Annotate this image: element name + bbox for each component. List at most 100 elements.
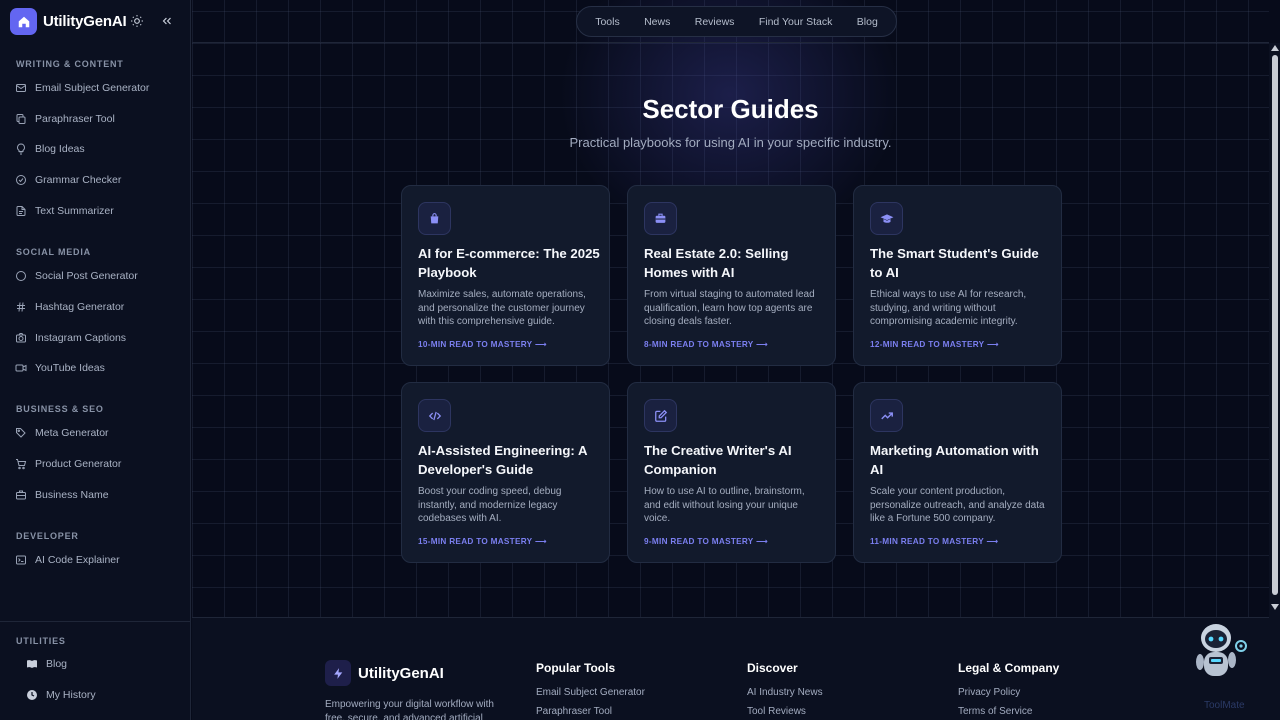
sidebar-item-youtube[interactable]: YouTube Ideas	[15, 359, 105, 377]
card-title: AI for E-commerce: The 2025 Playbook	[418, 246, 600, 280]
guide-card-real-estate[interactable]: Real Estate 2.0: Selling Homes with AI F…	[627, 185, 836, 366]
sidebar-item-hashtag[interactable]: Hashtag Generator	[15, 298, 124, 316]
sidebar-item-business-name[interactable]: Business Name	[15, 486, 109, 504]
card-title: The Smart Student's Guide to AI	[870, 246, 1039, 280]
sidebar-item-label: Business Name	[35, 489, 109, 501]
page-subtitle: Practical playbooks for using AI in your…	[569, 135, 892, 150]
collapse-sidebar-icon[interactable]	[160, 14, 174, 28]
guide-card-student[interactable]: The Smart Student's Guide to AI Ethical …	[853, 185, 1062, 366]
sidebar-item-label: Hashtag Generator	[35, 301, 125, 313]
card-description: Ethical ways to use AI for research, stu…	[870, 289, 1027, 327]
sidebar-item-label: Blog Ideas	[35, 143, 85, 155]
card-read-link[interactable]: 11-MIN READ TO MASTERY ⟶	[870, 536, 998, 546]
card-read-link[interactable]: 12-MIN READ TO MASTERY ⟶	[870, 339, 999, 349]
card-title: Real Estate 2.0: Selling Homes with AI	[644, 246, 789, 280]
sidebar-item-label: Product Generator	[35, 458, 122, 470]
camera-icon	[16, 333, 26, 343]
scroll-up-icon[interactable]	[1271, 45, 1279, 51]
top-nav: Tools News Reviews Find Your Stack Blog	[576, 6, 897, 37]
home-icon[interactable]	[10, 8, 37, 35]
sidebar-item-label: Paraphraser Tool	[35, 113, 115, 125]
sidebar-item-history[interactable]: My History	[26, 686, 96, 704]
card-title: AI-Assisted Engineering: A Developer's G…	[418, 443, 588, 477]
footer-link-paraphraser[interactable]: Paraphraser Tool	[536, 706, 612, 717]
footer-brand[interactable]: UtilityGenAI	[325, 660, 444, 686]
footer-heading-discover: Discover	[747, 661, 798, 675]
page-title: Sector Guides	[642, 94, 819, 124]
sidebar-item-paraphraser[interactable]: Paraphraser Tool	[15, 110, 115, 128]
book-open-icon	[27, 660, 37, 668]
sidebar-item-label: Email Subject Generator	[35, 82, 150, 94]
hash-icon	[17, 302, 25, 312]
guide-card-engineering[interactable]: AI-Assisted Engineering: A Developer's G…	[401, 382, 610, 563]
file-text-icon	[16, 206, 26, 216]
footer-link-email-subject[interactable]: Email Subject Generator	[536, 687, 645, 698]
video-icon	[15, 364, 27, 372]
footer-heading-legal: Legal & Company	[958, 661, 1060, 675]
guide-card-ecommerce[interactable]: AI for E-commerce: The 2025 Playbook Max…	[401, 185, 610, 366]
briefcase-icon	[644, 202, 677, 235]
footer-link-ai-news[interactable]: AI Industry News	[747, 687, 823, 698]
sidebar-item-label: Meta Generator	[35, 427, 109, 439]
card-read-link[interactable]: 9-MIN READ TO MASTERY ⟶	[644, 536, 768, 546]
message-circle-icon	[16, 271, 26, 281]
brand-name: UtilityGenAI	[43, 13, 127, 30]
card-description: Boost your coding speed, debug instantly…	[418, 486, 562, 524]
sidebar-item-meta[interactable]: Meta Generator	[15, 424, 109, 442]
robot-assistant-icon[interactable]	[1190, 616, 1250, 686]
sidebar-item-social-post[interactable]: Social Post Generator	[15, 267, 138, 285]
cart-icon	[16, 459, 27, 470]
sidebar-item-label: My History	[46, 689, 96, 701]
sidebar-item-instagram[interactable]: Instagram Captions	[15, 329, 126, 347]
mail-icon	[16, 84, 26, 92]
trending-up-icon	[870, 399, 903, 432]
guide-card-marketing[interactable]: Marketing Automation with AI Scale your …	[853, 382, 1062, 563]
card-description: From virtual staging to automated lead q…	[644, 289, 815, 327]
sidebar-item-summarizer[interactable]: Text Summarizer	[15, 202, 114, 220]
footer-link-terms[interactable]: Terms of Service	[958, 706, 1032, 717]
briefcase-icon	[16, 490, 26, 500]
footer-tagline: Empowering your digital workflow with fr…	[325, 699, 494, 720]
footer-link-tool-reviews[interactable]: Tool Reviews	[747, 706, 806, 717]
sidebar-item-label: Instagram Captions	[35, 332, 127, 344]
sidebar-item-code-explainer[interactable]: AI Code Explainer	[15, 551, 120, 569]
card-read-link[interactable]: 8-MIN READ TO MASTERY ⟶	[644, 339, 768, 349]
sidebar-divider	[0, 621, 190, 622]
sidebar-item-label: Social Post Generator	[35, 270, 138, 282]
sun-icon[interactable]	[130, 14, 144, 28]
copy-icon	[16, 114, 26, 124]
sidebar-item-label: Text Summarizer	[35, 205, 114, 217]
sidebar-item-grammar[interactable]: Grammar Checker	[15, 171, 121, 189]
sidebar-item-email-subject[interactable]: Email Subject Generator	[15, 79, 149, 97]
card-title: Marketing Automation with AI	[870, 443, 1039, 477]
section-developer: DEVELOPER	[16, 531, 79, 541]
sidebar-item-blog-ideas[interactable]: Blog Ideas	[15, 140, 85, 158]
section-social: SOCIAL MEDIA	[16, 247, 91, 257]
sidebar-item-product[interactable]: Product Generator	[15, 455, 121, 473]
card-read-link[interactable]: 10-MIN READ TO MASTERY ⟶	[418, 339, 547, 349]
card-description: Scale your content production, personali…	[870, 486, 1045, 524]
guide-card-writer[interactable]: The Creative Writer's AI Companion How t…	[627, 382, 836, 563]
footer-link-privacy[interactable]: Privacy Policy	[958, 687, 1020, 698]
nav-find-your-stack[interactable]: Find Your Stack	[759, 16, 833, 28]
nav-tools[interactable]: Tools	[595, 16, 620, 28]
clock-icon	[27, 690, 37, 700]
section-writing: WRITING & CONTENT	[16, 59, 124, 69]
code-icon	[418, 399, 451, 432]
tag-icon	[16, 428, 26, 438]
sidebar-item-blog[interactable]: Blog	[26, 655, 67, 673]
scrollbar-thumb[interactable]	[1272, 55, 1278, 595]
header-divider	[192, 42, 1269, 43]
card-read-link[interactable]: 15-MIN READ TO MASTERY ⟶	[418, 536, 547, 546]
scroll-down-icon[interactable]	[1271, 604, 1279, 610]
pen-square-icon	[644, 399, 677, 432]
nav-reviews[interactable]: Reviews	[695, 16, 735, 28]
graduation-cap-icon	[870, 202, 903, 235]
section-utilities: UTILITIES	[16, 636, 66, 646]
nav-blog[interactable]: Blog	[857, 16, 878, 28]
brand[interactable]: UtilityGenAI	[10, 8, 127, 35]
sidebar-item-label: Grammar Checker	[35, 174, 122, 186]
lightbulb-icon	[17, 143, 25, 155]
nav-news[interactable]: News	[644, 16, 670, 28]
footer-heading-popular-tools: Popular Tools	[536, 661, 616, 675]
